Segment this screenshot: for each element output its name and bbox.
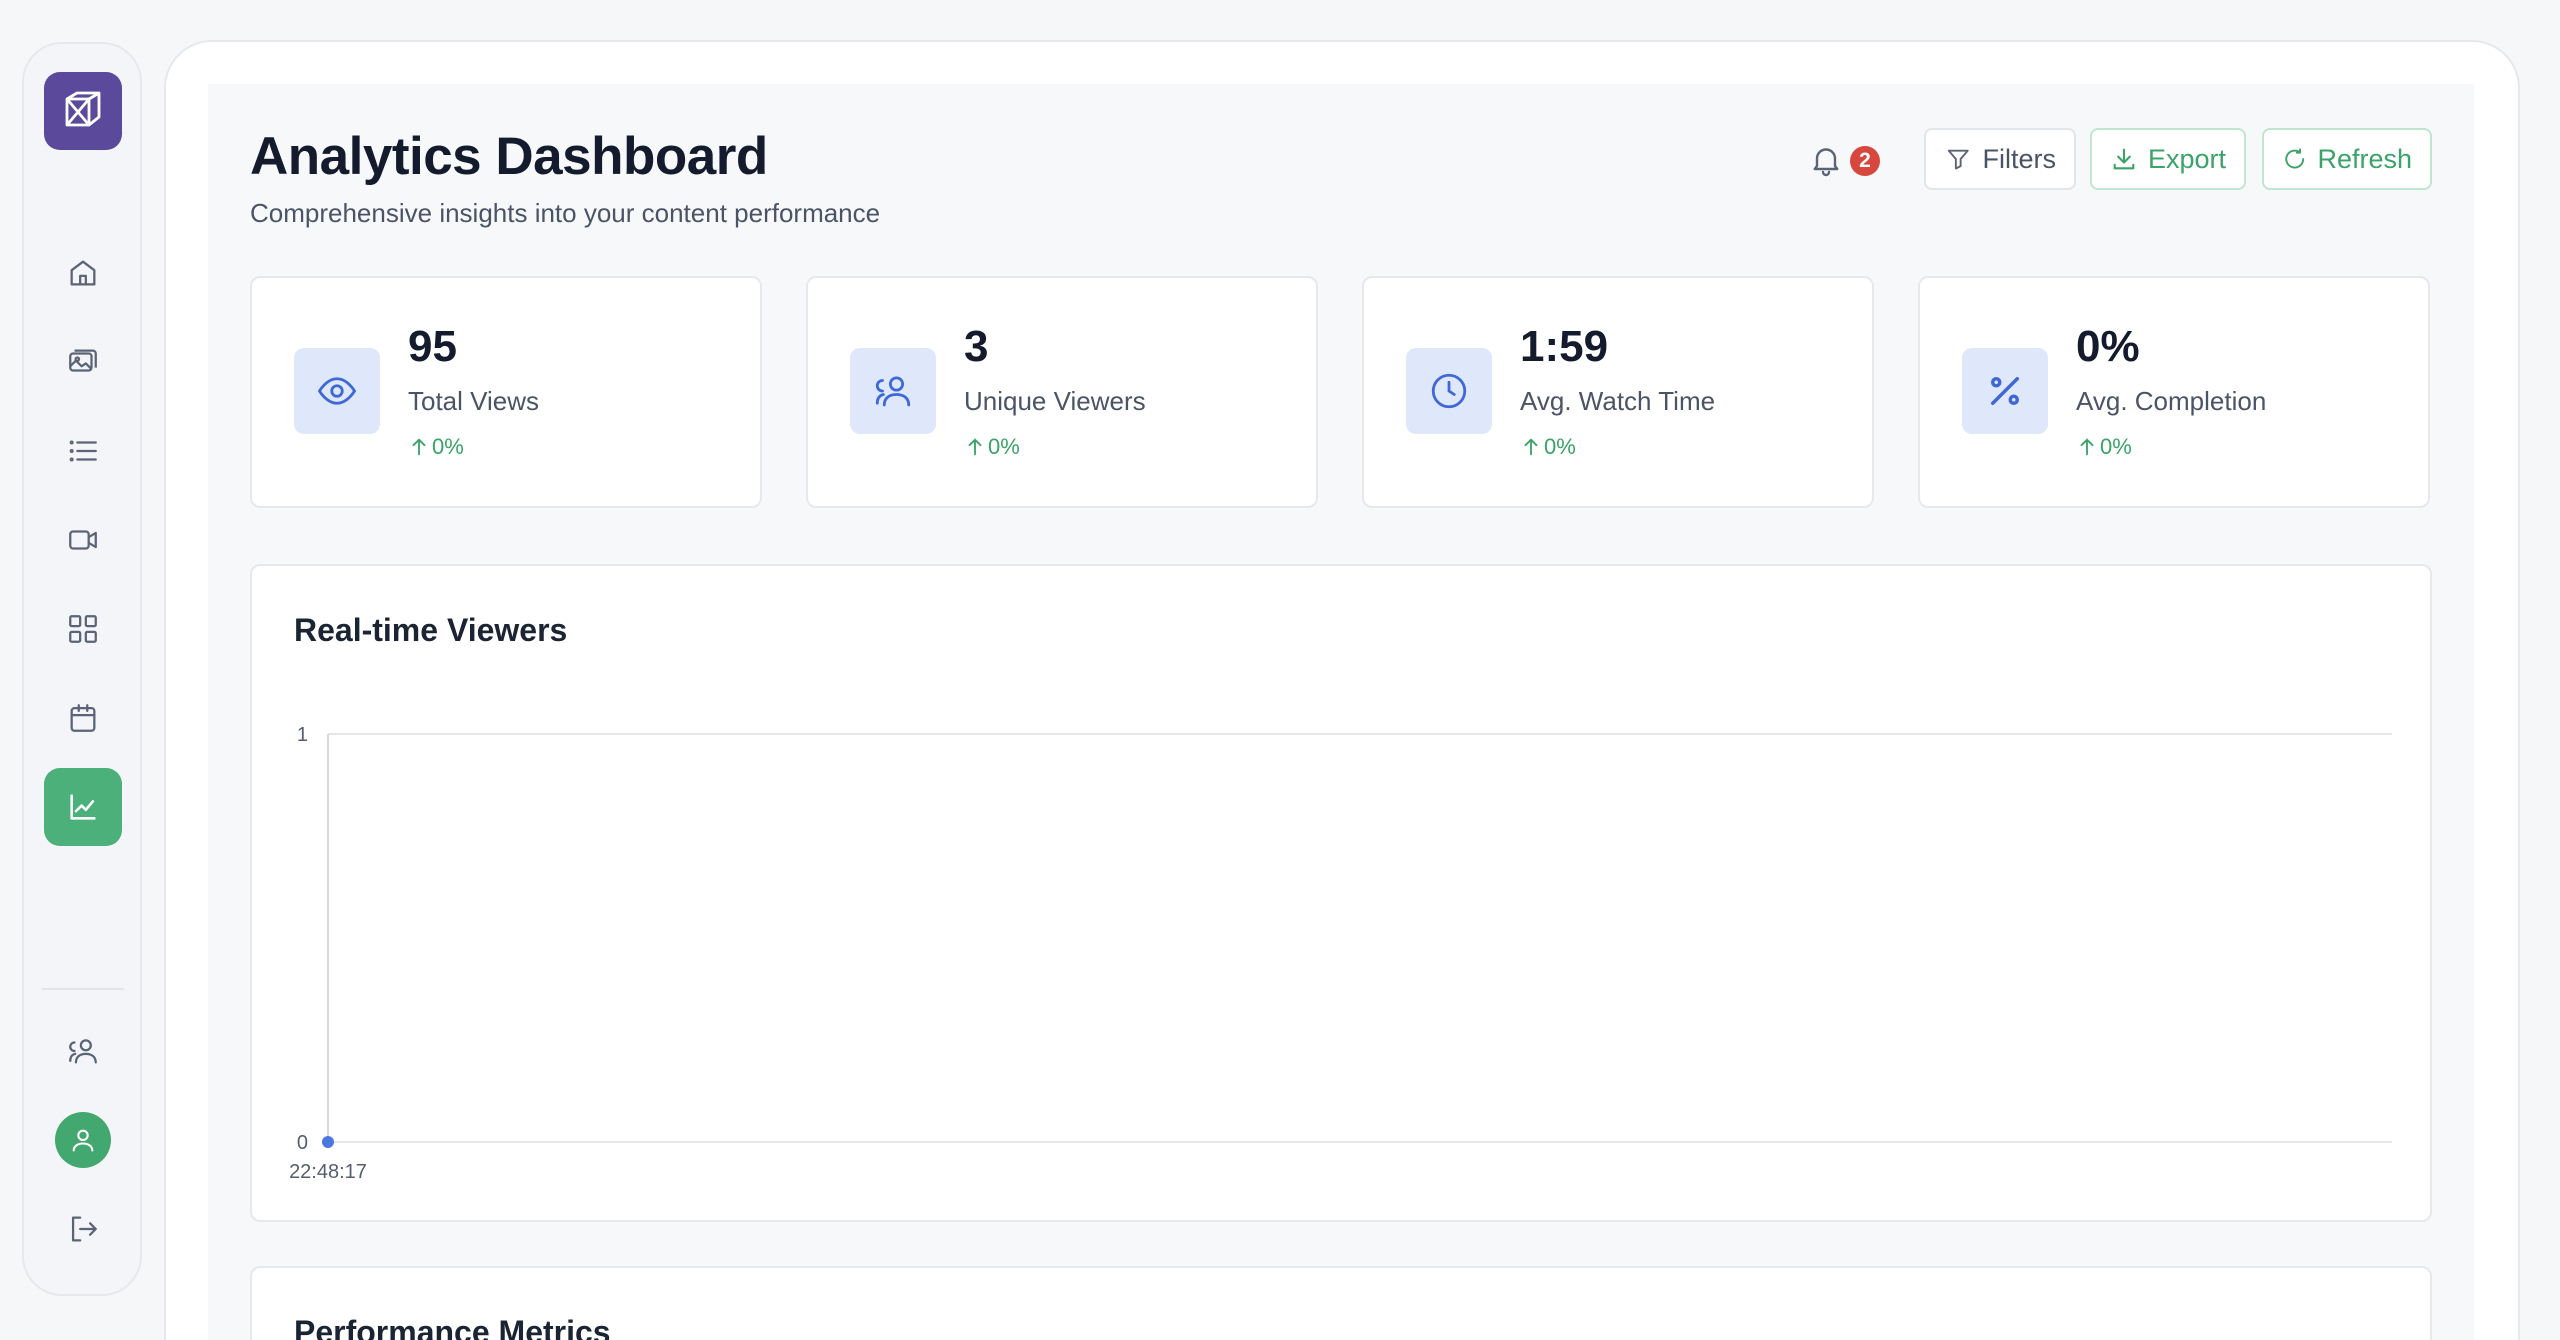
video-icon — [69, 530, 97, 550]
export-label: Export — [2147, 143, 2226, 174]
chart-line-icon — [70, 794, 96, 820]
nav-home[interactable] — [44, 234, 122, 312]
stat-icon-bg — [294, 348, 380, 434]
download-icon — [2113, 148, 2135, 170]
stat-value: 1:59 — [1520, 322, 1609, 371]
images-icon — [69, 349, 97, 372]
stat-change-value: 0% — [988, 434, 1020, 459]
stat-change-value: 0% — [432, 434, 464, 459]
stat-label: Avg. Watch Time — [1520, 386, 1716, 416]
performance-metrics-title: Performance Metrics — [294, 1314, 611, 1340]
stat-card-avg-watch-time: 1:59 Avg. Watch Time 0% — [1362, 276, 1874, 508]
sidebar — [22, 42, 142, 1296]
users-icon — [875, 376, 911, 407]
stat-label: Unique Viewers — [964, 386, 1146, 416]
arrow-up-icon — [412, 438, 426, 456]
cube-logo-icon — [65, 91, 101, 127]
data-point — [322, 1136, 334, 1148]
stat-label: Total Views — [408, 386, 540, 416]
refresh-label: Refresh — [2317, 143, 2412, 174]
stat-value: 3 — [964, 322, 989, 371]
stat-change: 0% — [964, 434, 1020, 460]
performance-metrics-card: Performance Metrics — [250, 1266, 2432, 1340]
y-tick-label: 0 — [297, 1132, 308, 1154]
filters-label: Filters — [1982, 143, 2057, 174]
arrow-up-icon — [968, 438, 982, 456]
sidebar-divider — [42, 988, 124, 990]
stat-icon-bg — [1962, 348, 2048, 434]
eye-icon — [317, 377, 357, 405]
nav-analytics[interactable] — [44, 768, 122, 846]
calendar-icon — [70, 704, 96, 732]
arrow-up-icon — [2080, 438, 2094, 456]
export-button[interactable]: Export — [2090, 128, 2246, 190]
user-avatar[interactable] — [55, 1112, 111, 1168]
logout-icon — [71, 1216, 97, 1242]
stat-icon-bg — [1406, 348, 1492, 434]
stat-change-value: 0% — [2100, 434, 2132, 459]
clock-icon — [1431, 373, 1467, 409]
stat-change-value: 0% — [1544, 434, 1576, 459]
app-logo[interactable] — [44, 72, 122, 150]
nav-list[interactable] — [44, 412, 122, 490]
stat-card-total-views: 95 Total Views 0% — [250, 276, 762, 508]
nav-grid[interactable] — [44, 590, 122, 668]
x-tick-label: 22:48:17 — [289, 1161, 367, 1183]
nav-video[interactable] — [44, 501, 122, 579]
dashboard-content: Analytics Dashboard Comprehensive insigh… — [208, 84, 2474, 1340]
percent-icon — [1991, 377, 2019, 405]
stat-card-avg-completion: 0% Avg. Completion 0% — [1918, 276, 2430, 508]
refresh-icon — [2285, 148, 2305, 169]
home-icon — [70, 260, 96, 286]
filters-button[interactable]: Filters — [1924, 128, 2076, 190]
nav-gallery[interactable] — [44, 323, 122, 401]
stat-value: 0% — [2076, 322, 2140, 371]
user-icon — [72, 1129, 94, 1152]
stat-change: 0% — [408, 434, 464, 460]
page-subtitle: Comprehensive insights into your content… — [250, 198, 881, 228]
arrow-up-icon — [1524, 438, 1538, 456]
stat-change: 0% — [2076, 434, 2132, 460]
y-tick-label: 1 — [297, 724, 308, 746]
stat-label: Avg. Completion — [2076, 386, 2267, 416]
users-icon — [69, 1039, 97, 1064]
page-title: Analytics Dashboard — [250, 127, 768, 186]
logout-button[interactable] — [44, 1190, 122, 1268]
stat-change: 0% — [1520, 434, 1576, 460]
realtime-viewers-chart: 1 0 22:48:17 — [289, 724, 2392, 1183]
notification-badge: 2 — [1850, 146, 1880, 176]
realtime-viewers-card: Real-time Viewers 1 0 22:48:17 — [250, 564, 2432, 1222]
stat-icon-bg — [850, 348, 936, 434]
notifications-button[interactable]: 2 — [1808, 138, 1888, 188]
filter-icon — [1947, 149, 1969, 170]
refresh-button[interactable]: Refresh — [2262, 128, 2432, 190]
stat-card-unique-viewers: 3 Unique Viewers 0% — [806, 276, 1318, 508]
bell-icon — [1813, 148, 1839, 177]
list-icon — [69, 440, 97, 462]
stat-value: 95 — [408, 322, 457, 371]
nav-users[interactable] — [44, 1012, 122, 1090]
grid-icon — [69, 615, 97, 643]
nav-calendar[interactable] — [44, 679, 122, 757]
